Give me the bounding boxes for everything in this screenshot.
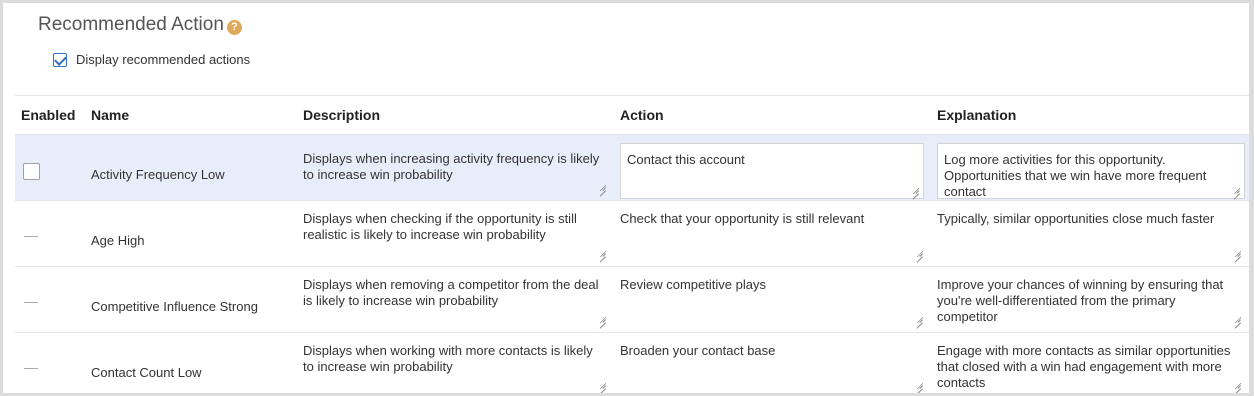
explanation-text: Log more activities for this opportunity…	[944, 152, 1207, 199]
question-icon[interactable]: ?	[226, 19, 242, 35]
table-row[interactable]: Contact Count Low Displays when working …	[15, 333, 1249, 393]
table-row[interactable]: Age High Displays when checking if the o…	[15, 201, 1249, 267]
explanation-textarea[interactable]: Engage with more contacts as similar opp…	[931, 335, 1245, 393]
resize-handle-icon[interactable]	[599, 316, 606, 323]
description-text: Displays when working with more contacts…	[303, 343, 593, 374]
action-text: Broaden your contact base	[620, 343, 776, 358]
description-text: Displays when checking if the opportunit…	[303, 211, 577, 242]
explanation-textarea[interactable]: Log more activities for this opportunity…	[937, 143, 1245, 199]
description-text: Displays when increasing activity freque…	[303, 151, 600, 182]
explanation-text: Improve your chances of winning by ensur…	[937, 277, 1224, 324]
display-recommended-actions-checkbox[interactable]	[53, 52, 67, 67]
resize-handle-icon[interactable]	[1234, 250, 1241, 257]
recommended-actions-table: Enabled Name Description Action Explanat…	[15, 95, 1249, 393]
enabled-indicator	[24, 368, 38, 369]
row-name: Competitive Influence Strong	[91, 299, 258, 314]
table-row[interactable]: Activity Frequency Low Displays when inc…	[15, 135, 1249, 201]
section-title-text: Recommended Action	[38, 14, 224, 35]
resize-handle-icon[interactable]	[916, 382, 923, 389]
enabled-checkbox[interactable]	[23, 163, 40, 180]
column-header-explanation: Explanation	[937, 107, 1017, 123]
column-header-action: Action	[620, 107, 664, 123]
section-title: Recommended Action ?	[38, 14, 242, 36]
action-textarea[interactable]: Contact this account	[620, 143, 924, 199]
resize-handle-icon[interactable]	[599, 382, 606, 389]
action-textarea[interactable]: Check that your opportunity is still rel…	[614, 203, 927, 261]
row-name: Contact Count Low	[91, 365, 202, 380]
resize-handle-icon[interactable]	[599, 250, 606, 257]
display-recommended-actions-label: Display recommended actions	[76, 52, 251, 67]
explanation-textarea[interactable]: Improve your chances of winning by ensur…	[931, 269, 1245, 327]
explanation-text: Engage with more contacts as similar opp…	[937, 343, 1231, 390]
explanation-textarea[interactable]: Typically, similar opportunities close m…	[931, 203, 1245, 261]
enabled-indicator	[24, 236, 38, 237]
action-text: Review competitive plays	[620, 277, 766, 292]
column-header-description: Description	[303, 107, 381, 123]
action-textarea[interactable]: Broaden your contact base	[614, 335, 927, 393]
description-text: Displays when removing a competitor from…	[303, 277, 599, 308]
resize-handle-icon[interactable]	[1234, 382, 1241, 389]
enabled-indicator	[24, 302, 38, 303]
description-textarea[interactable]: Displays when working with more contacts…	[297, 335, 610, 393]
action-textarea[interactable]: Review competitive plays	[614, 269, 927, 327]
resize-handle-icon[interactable]	[916, 316, 923, 323]
resize-handle-icon[interactable]	[599, 184, 606, 191]
table-header: Enabled Name Description Action Explanat…	[15, 96, 1249, 135]
row-name: Activity Frequency Low	[91, 167, 225, 182]
explanation-text: Typically, similar opportunities close m…	[937, 211, 1215, 226]
column-header-name: Name	[91, 107, 130, 123]
row-name: Age High	[91, 233, 145, 248]
resize-handle-icon[interactable]	[912, 187, 919, 194]
action-text: Contact this account	[627, 152, 745, 167]
resize-handle-icon[interactable]	[1233, 187, 1240, 194]
action-text: Check that your opportunity is still rel…	[620, 211, 865, 226]
description-textarea[interactable]: Displays when removing a competitor from…	[297, 269, 610, 327]
description-textarea[interactable]: Displays when increasing activity freque…	[297, 143, 610, 195]
recommended-action-panel: Recommended Action ? Display recommended…	[3, 3, 1249, 393]
table-row[interactable]: Competitive Influence Strong Displays wh…	[15, 267, 1249, 333]
resize-handle-icon[interactable]	[1234, 316, 1241, 323]
display-recommended-actions-option[interactable]: Display recommended actions	[53, 52, 250, 67]
column-header-enabled: Enabled	[21, 107, 76, 123]
resize-handle-icon[interactable]	[916, 250, 923, 257]
description-textarea[interactable]: Displays when checking if the opportunit…	[297, 203, 610, 261]
